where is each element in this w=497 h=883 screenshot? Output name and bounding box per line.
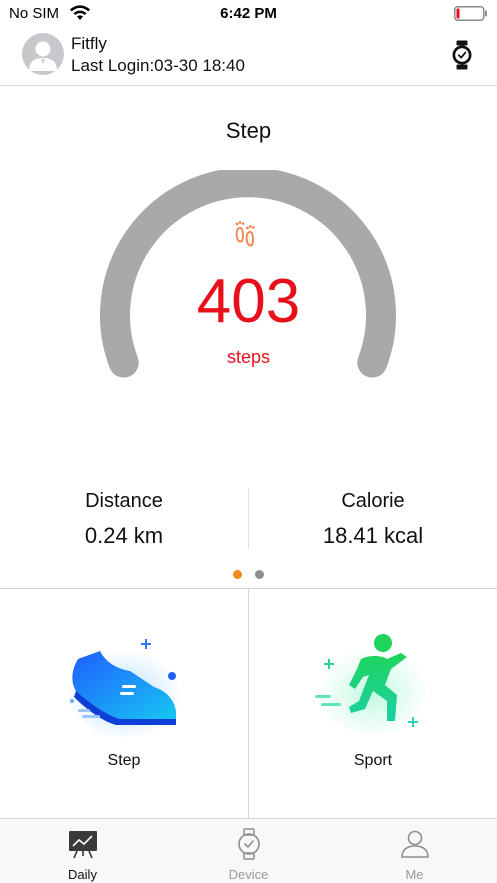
tab-me[interactable]: Me (332, 819, 497, 883)
section-title: Step (225, 118, 272, 143)
tab-device[interactable]: Device (166, 819, 331, 883)
person-icon (401, 830, 429, 858)
calorie-label: Calorie (341, 490, 405, 512)
user-name: Fitfly (71, 34, 107, 53)
person-silhouette-icon (29, 41, 57, 71)
step-count: 403 (196, 267, 301, 336)
watch-icon (238, 828, 260, 860)
feature-cards: Step Sport (0, 588, 497, 818)
profile-header: Fitfly Last Login:03-30 18:40 (0, 28, 497, 86)
last-login-text: Last Login:03-30 18:40 (71, 56, 245, 75)
tab-me-label: Me (405, 867, 424, 882)
calorie-stat: Calorie 18.41 kcal (249, 490, 497, 549)
step-card-label: Step (107, 752, 141, 769)
avatar[interactable] (22, 33, 64, 75)
distance-stat: Distance 0.24 km (0, 490, 248, 549)
distance-label: Distance (85, 490, 163, 512)
tab-daily[interactable]: Daily (0, 819, 165, 883)
watch-icon[interactable] (450, 40, 474, 70)
tab-daily-label: Daily (68, 867, 97, 882)
status-bar: No SIM 6:42 PM (0, 0, 497, 28)
calorie-value: 18.41 kcal (322, 523, 424, 548)
sport-card[interactable]: Sport (249, 589, 497, 818)
page-indicator-dot-1[interactable] (233, 570, 242, 579)
battery-icon (454, 6, 487, 21)
status-time: 6:42 PM (220, 5, 277, 22)
step-card[interactable]: Step (0, 589, 248, 818)
chart-board-icon (69, 831, 97, 859)
sport-card-label: Sport (353, 752, 393, 769)
shoe-icon (66, 639, 182, 737)
runner-icon (315, 634, 429, 735)
footprint-icon (235, 221, 255, 247)
step-unit: steps (226, 347, 271, 367)
tab-device-label: Device (228, 867, 269, 882)
tab-bar: Daily Device Me (0, 818, 497, 883)
distance-value: 0.24 km (84, 523, 164, 548)
page-indicator-dot-2[interactable] (255, 570, 264, 579)
